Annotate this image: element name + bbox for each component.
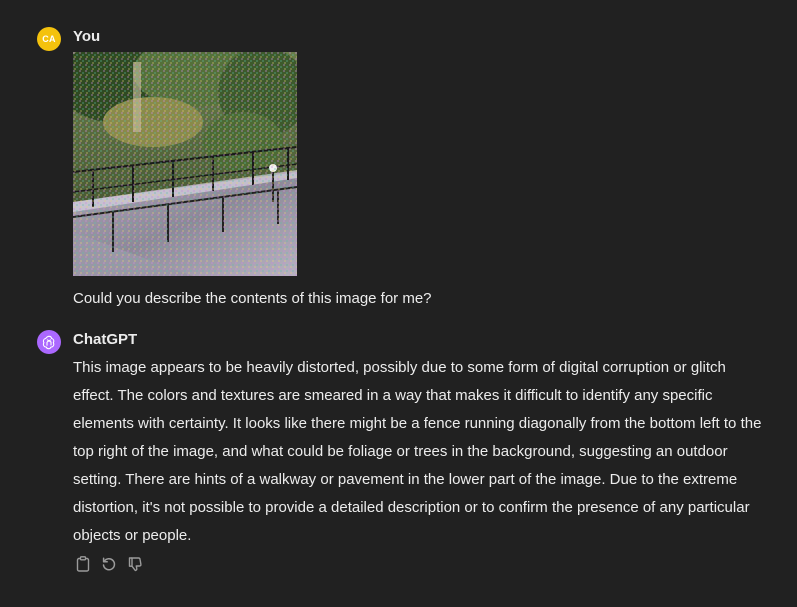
user-author-name: You	[73, 28, 101, 45]
regenerate-icon	[102, 557, 116, 571]
assistant-avatar	[37, 330, 61, 354]
assistant-message: ChatGPT This image appears to be heavily…	[37, 330, 777, 590]
chat-thread: CA You Could you describe the contents o…	[0, 0, 797, 607]
openai-logo-icon	[42, 335, 55, 350]
glitched-walkway-image	[73, 52, 297, 276]
assistant-author-name: ChatGPT	[73, 331, 138, 348]
user-message: CA You Could you describe the contents o…	[37, 27, 777, 317]
copy-icon	[76, 556, 90, 572]
thumbs-down-icon	[128, 557, 142, 572]
assistant-message-text: This image appears to be heavily distort…	[73, 359, 762, 544]
regenerate-button[interactable]	[100, 555, 118, 573]
message-actions	[74, 555, 144, 573]
thumbs-down-button[interactable]	[126, 555, 144, 573]
copy-button[interactable]	[74, 555, 92, 573]
user-message-text: Could you describe the contents of this …	[73, 290, 432, 307]
user-avatar: CA	[37, 27, 61, 51]
uploaded-image[interactable]	[73, 52, 297, 276]
user-avatar-initials: CA	[42, 34, 56, 44]
